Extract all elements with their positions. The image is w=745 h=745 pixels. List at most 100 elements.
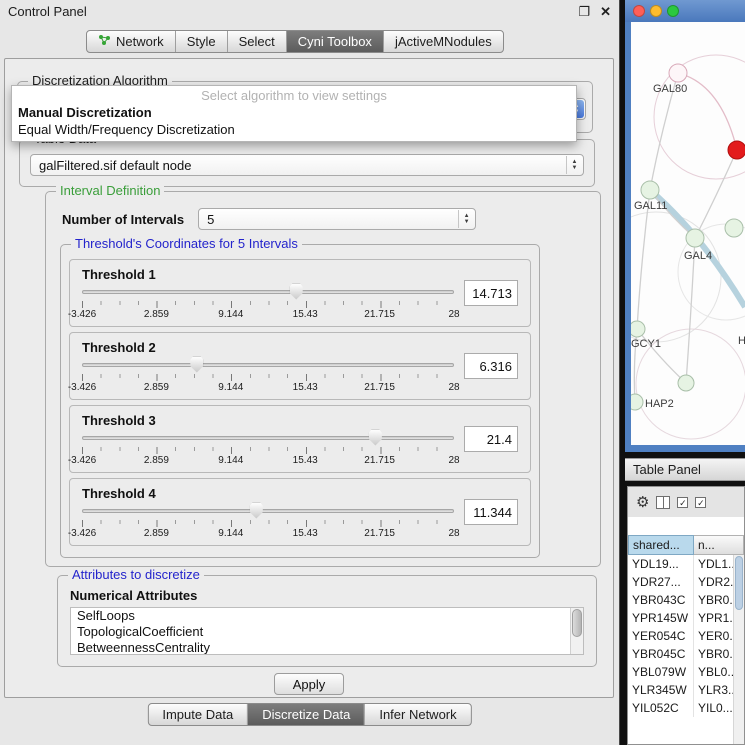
tick-label: 2.859 <box>144 309 169 320</box>
apply-button[interactable]: Apply <box>274 673 344 695</box>
table-cell[interactable]: YLR345W <box>628 681 694 699</box>
list-item[interactable]: SelfLoops <box>71 608 583 624</box>
slider-thumb[interactable] <box>290 284 303 300</box>
table-cell[interactable]: YIL0... <box>694 699 733 717</box>
threshold-3-value-field[interactable]: 21.4 <box>464 426 518 452</box>
attributes-group: Attributes to discretize Numerical Attri… <box>57 575 597 667</box>
slider-thumb[interactable] <box>369 430 382 446</box>
dropdown-option-equal-width[interactable]: Equal Width/Frequency Discretization <box>12 121 576 138</box>
network-canvas[interactable]: GAL80 GAL11 GAL4 GCY1 HAP2 H <box>631 22 745 445</box>
slider-thumb[interactable] <box>190 357 203 373</box>
combo-stepper-icon[interactable]: ▲ ▼ <box>458 210 474 228</box>
table-data-combo[interactable]: galFiltered.sif default node ▲ ▼ <box>30 154 584 176</box>
cyni-toolbox-panel: Discretization Algorithm ▲ ▼ Select algo… <box>4 58 614 698</box>
mac-minimize-button[interactable] <box>650 5 662 17</box>
node-label-gal11: GAL11 <box>634 200 667 212</box>
combo-stepper-icon[interactable]: ▲ ▼ <box>566 156 582 174</box>
tick-label: 21.715 <box>364 528 395 539</box>
network-node-gal80[interactable] <box>669 64 687 82</box>
threshold-1-slider[interactable] <box>82 283 454 300</box>
threshold-4-slider[interactable] <box>82 502 454 519</box>
table-scrollbar[interactable] <box>733 555 744 744</box>
tab-select[interactable]: Select <box>228 31 287 52</box>
network-node[interactable] <box>678 375 694 391</box>
table-cell[interactable]: YER0... <box>694 627 733 645</box>
table-cell[interactable]: YDL1... <box>694 555 733 573</box>
network-node-hap2[interactable] <box>631 394 643 410</box>
list-item[interactable]: TopologicalCoefficient <box>71 624 583 640</box>
number-of-intervals-row: Number of Intervals 5 ▲ ▼ <box>62 208 476 230</box>
table-cell[interactable]: YBR0... <box>694 645 733 663</box>
tab-jactivemnodules[interactable]: jActiveMNodules <box>384 31 503 52</box>
float-window-icon[interactable]: ❐ <box>578 5 590 18</box>
slider-track[interactable] <box>82 509 454 513</box>
tick-label: 9.144 <box>218 528 243 539</box>
table-row[interactable]: YPR145W YPR1... <box>628 609 733 627</box>
network-node-red[interactable] <box>728 141 745 159</box>
mac-close-button[interactable] <box>633 5 645 17</box>
table-row[interactable]: YBL079W YBL0... <box>628 663 733 681</box>
slider-track[interactable] <box>82 436 454 440</box>
threshold-3-slider[interactable] <box>82 429 454 446</box>
table-cell[interactable]: YBL079W <box>628 663 694 681</box>
table-cell[interactable]: YPR145W <box>628 609 694 627</box>
select-all-checkbox-icon[interactable]: ✓ <box>677 497 688 508</box>
table-cell[interactable]: YBR043C <box>628 591 694 609</box>
table-cell[interactable]: YDL19... <box>628 555 694 573</box>
select-checkbox-icon[interactable]: ✓ <box>695 497 706 508</box>
threshold-4-box: Threshold 4 -3.426 2.859 9.144 15.43 <box>69 478 531 546</box>
gear-icon[interactable]: ⚙ <box>636 495 649 510</box>
slider-thumb[interactable] <box>250 503 263 519</box>
threshold-2-value-field[interactable]: 6.316 <box>464 353 518 379</box>
columns-icon[interactable] <box>656 496 670 509</box>
table-cell[interactable]: YLR3... <box>694 681 733 699</box>
number-of-intervals-combo[interactable]: 5 ▲ ▼ <box>198 208 476 230</box>
slider-track[interactable] <box>82 363 454 367</box>
scrollbar-thumb[interactable] <box>572 609 582 637</box>
table-cell[interactable]: YDR2... <box>694 573 733 591</box>
table-row[interactable]: YLR345W YLR3... <box>628 681 733 699</box>
table-row[interactable]: YIL052C YIL0... <box>628 699 733 717</box>
thresholds-group-label: Threshold's Coordinates for 5 Intervals <box>71 236 302 252</box>
table-cell[interactable]: YER054C <box>628 627 694 645</box>
mac-zoom-button[interactable] <box>667 5 679 17</box>
column-header-name[interactable]: n... <box>694 535 744 555</box>
dropdown-option-manual-discretization[interactable]: Manual Discretization <box>12 104 576 121</box>
table-cell[interactable]: YDR27... <box>628 573 694 591</box>
network-node-gal4[interactable] <box>686 229 704 247</box>
table-cell[interactable]: YPR1... <box>694 609 733 627</box>
table-row[interactable]: YDL19... YDL1... <box>628 555 733 573</box>
tab-discretize-data[interactable]: Discretize Data <box>248 704 365 725</box>
network-node[interactable] <box>725 219 743 237</box>
threshold-2-slider[interactable] <box>82 356 454 373</box>
list-scrollbar[interactable] <box>570 608 583 654</box>
tab-cyni-toolbox[interactable]: Cyni Toolbox <box>287 31 384 52</box>
tab-style[interactable]: Style <box>176 31 228 52</box>
close-icon[interactable]: ✕ <box>600 5 611 18</box>
table-row[interactable]: YBR043C YBR0... <box>628 591 733 609</box>
tab-network[interactable]: Network <box>87 31 176 52</box>
table-row[interactable]: YBR045C YBR0... <box>628 645 733 663</box>
tick-label: 2.859 <box>144 382 169 393</box>
tick-label: 15.43 <box>293 382 318 393</box>
numerical-attributes-heading: Numerical Attributes <box>70 588 596 603</box>
table-row[interactable]: YER054C YER0... <box>628 627 733 645</box>
table-cell[interactable]: YBR045C <box>628 645 694 663</box>
list-item[interactable]: BetweennessCentrality <box>71 640 583 655</box>
network-node-gcy1[interactable] <box>631 321 645 337</box>
network-node-gal11[interactable] <box>641 181 659 199</box>
tick-label: 2.859 <box>144 455 169 466</box>
threshold-4-value-field[interactable]: 11.344 <box>464 499 518 525</box>
scrollbar-thumb[interactable] <box>735 556 743 610</box>
column-header-shared[interactable]: shared... <box>628 535 694 555</box>
table-cell[interactable]: YBL0... <box>694 663 733 681</box>
decorative-ring <box>631 212 721 342</box>
slider-track[interactable] <box>82 290 454 294</box>
table-cell[interactable]: YIL052C <box>628 699 694 717</box>
table-cell[interactable]: YBR0... <box>694 591 733 609</box>
tab-impute-data[interactable]: Impute Data <box>148 704 248 725</box>
tab-infer-network[interactable]: Infer Network <box>365 704 470 725</box>
threshold-1-value-field[interactable]: 14.713 <box>464 280 518 306</box>
table-row[interactable]: YDR27... YDR2... <box>628 573 733 591</box>
tab-cyni-toolbox-label: Cyni Toolbox <box>298 34 372 49</box>
